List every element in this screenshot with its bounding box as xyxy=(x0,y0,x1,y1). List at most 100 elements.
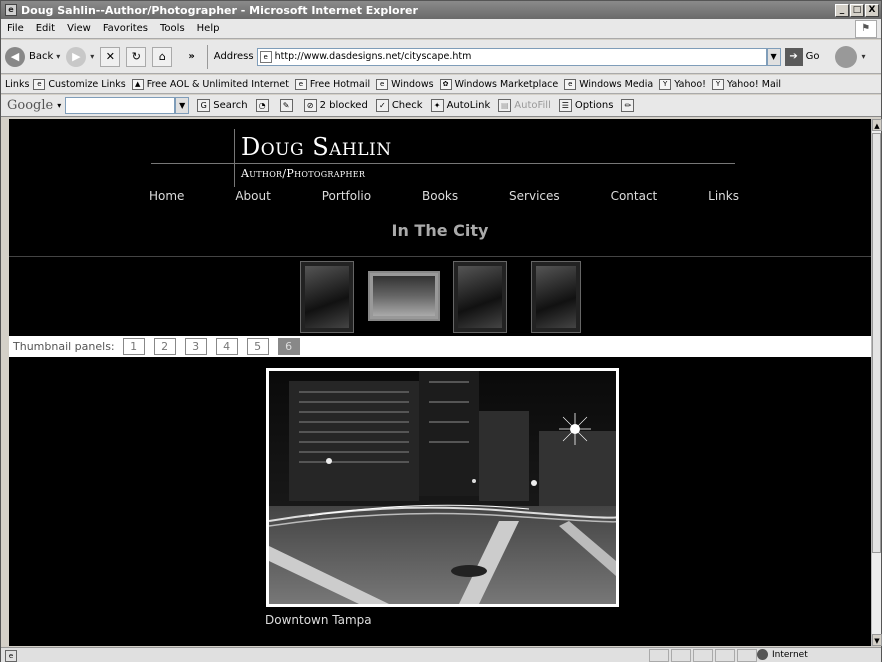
thumbnail-image[interactable] xyxy=(300,261,354,333)
panel-button-5[interactable]: 5 xyxy=(246,338,269,355)
address-input[interactable]: e http://www.dasdesigns.net/cityscape.ht… xyxy=(256,47,767,66)
status-cell xyxy=(671,649,691,662)
vertical-scrollbar[interactable]: ▲ ▼ xyxy=(871,119,882,646)
browser-window: e Doug Sahlin--Author/Photographer - Mic… xyxy=(0,0,882,662)
panel-button-6[interactable]: 6 xyxy=(277,338,300,355)
go-arrow-icon[interactable]: ➔ xyxy=(784,47,803,66)
menu-tools[interactable]: Tools xyxy=(160,23,185,34)
google-search-dropdown-icon[interactable]: ▼ xyxy=(175,97,190,114)
autofill-label[interactable]: AutoFill xyxy=(514,100,551,111)
scroll-up-icon[interactable]: ▲ xyxy=(872,119,882,131)
main-photo xyxy=(266,368,619,607)
google-pagerank-button[interactable]: ◔ xyxy=(255,99,272,112)
link-customize[interactable]: e Customize Links xyxy=(33,78,126,90)
link-label[interactable]: Yahoo! Mail xyxy=(727,79,781,90)
forward-dropdown-icon[interactable]: ▾ xyxy=(90,52,94,61)
google-search-label[interactable]: Search xyxy=(213,100,247,111)
minimize-button[interactable]: _ xyxy=(835,3,849,17)
thumbnail-strip xyxy=(9,259,871,333)
aol-icon: ▲ xyxy=(131,78,144,90)
stop-icon[interactable]: ✕ xyxy=(100,46,121,67)
messenger-icon[interactable] xyxy=(835,45,858,68)
link-yahoo[interactable]: Y Yahoo! xyxy=(659,78,706,90)
scroll-down-icon[interactable]: ▼ xyxy=(872,634,882,646)
autofill-button[interactable]: ▤ AutoFill xyxy=(498,99,551,112)
menu-bar: File Edit View Favorites Tools Help ⚑ xyxy=(1,19,881,39)
nav-contact[interactable]: Contact xyxy=(611,189,658,203)
menu-view[interactable]: View xyxy=(67,23,91,34)
nav-services[interactable]: Services xyxy=(509,189,560,203)
scroll-thumb[interactable] xyxy=(872,133,881,553)
link-label[interactable]: Windows xyxy=(391,79,433,90)
spell-check-button[interactable]: ✓ Check xyxy=(375,99,423,112)
home-icon[interactable]: ⌂ xyxy=(152,46,173,67)
highlight-button[interactable]: ✏ xyxy=(621,99,637,112)
google-menu-dropdown-icon[interactable]: ▾ xyxy=(57,101,61,110)
status-cell xyxy=(693,649,713,662)
popup-blocked-label[interactable]: 2 blocked xyxy=(320,100,368,111)
google-news-button[interactable]: ✎ xyxy=(279,99,296,112)
nav-links[interactable]: Links xyxy=(708,189,739,203)
refresh-icon[interactable]: ↻ xyxy=(126,46,147,67)
site-name: Doug Sahlin xyxy=(241,133,392,161)
news-icon: ✎ xyxy=(279,99,293,112)
panel-button-2[interactable]: 2 xyxy=(153,338,176,355)
link-windows-marketplace[interactable]: ✿ Windows Marketplace xyxy=(439,78,559,90)
google-search-button[interactable]: G Search xyxy=(197,99,248,112)
yahoo-icon: Y xyxy=(711,78,724,90)
forward-arrow-icon[interactable]: ▶ xyxy=(66,46,87,67)
options-button[interactable]: ☰ Options xyxy=(558,99,614,112)
yahoo-icon: Y xyxy=(659,78,672,90)
back-button-label[interactable]: Back xyxy=(29,51,53,62)
link-hotmail[interactable]: e Free Hotmail xyxy=(294,78,370,90)
link-label[interactable]: Yahoo! xyxy=(674,79,706,90)
thumbnail-image[interactable] xyxy=(531,261,581,333)
toolbar-chevron[interactable]: » xyxy=(188,51,194,62)
menu-help[interactable]: Help xyxy=(197,23,220,34)
link-windows-media[interactable]: e Windows Media xyxy=(564,78,653,90)
thumbnail-image[interactable] xyxy=(453,261,507,333)
back-arrow-icon[interactable]: ◀ xyxy=(5,46,25,67)
page-icon: e xyxy=(376,78,389,90)
nav-home[interactable]: Home xyxy=(149,189,184,203)
google-logo[interactable]: Google xyxy=(7,98,53,113)
link-label[interactable]: Windows Marketplace xyxy=(455,79,559,90)
options-label[interactable]: Options xyxy=(575,100,614,111)
google-search-icon: G xyxy=(197,99,211,112)
close-button[interactable]: X xyxy=(865,3,879,17)
address-url[interactable]: http://www.dasdesigns.net/cityscape.htm xyxy=(275,51,472,62)
autolink-button[interactable]: ✦ AutoLink xyxy=(430,99,491,112)
status-cell xyxy=(737,649,757,662)
link-label[interactable]: Customize Links xyxy=(48,79,125,90)
link-windows[interactable]: e Windows xyxy=(376,78,434,90)
panel-button-3[interactable]: 3 xyxy=(184,338,207,355)
page-heading: In The City xyxy=(391,221,489,240)
maximize-button[interactable]: □ xyxy=(850,3,864,17)
thumbnail-image[interactable] xyxy=(368,271,440,321)
site-header: Doug Sahlin Author/Photographer Home Abo… xyxy=(9,119,871,257)
link-label[interactable]: Free Hotmail xyxy=(310,79,370,90)
menu-favorites[interactable]: Favorites xyxy=(103,23,148,34)
link-label[interactable]: Free AOL & Unlimited Internet xyxy=(147,79,289,90)
status-bar: e Internet xyxy=(1,647,881,662)
spell-check-label[interactable]: Check xyxy=(392,100,423,111)
nav-portfolio[interactable]: Portfolio xyxy=(322,189,371,203)
back-dropdown-icon[interactable]: ▾ xyxy=(56,52,60,61)
popup-blocker-button[interactable]: ⊘ 2 blocked xyxy=(303,99,368,112)
status-cell xyxy=(649,649,669,662)
nav-books[interactable]: Books xyxy=(422,189,458,203)
address-dropdown-icon[interactable]: ▼ xyxy=(766,47,781,66)
menu-file[interactable]: File xyxy=(7,23,24,34)
options-icon: ☰ xyxy=(558,99,572,112)
link-yahoo-mail[interactable]: Y Yahoo! Mail xyxy=(711,78,781,90)
go-button-label[interactable]: Go xyxy=(806,51,820,62)
nav-about[interactable]: About xyxy=(235,189,270,203)
link-aol[interactable]: ▲ Free AOL & Unlimited Internet xyxy=(131,78,289,90)
panel-button-4[interactable]: 4 xyxy=(215,338,238,355)
menu-edit[interactable]: Edit xyxy=(36,23,55,34)
autolink-label[interactable]: AutoLink xyxy=(447,100,491,111)
link-label[interactable]: Windows Media xyxy=(579,79,653,90)
panel-button-1[interactable]: 1 xyxy=(122,338,145,355)
messenger-dropdown-icon[interactable]: ▾ xyxy=(861,52,865,61)
google-search-input[interactable] xyxy=(65,97,176,114)
